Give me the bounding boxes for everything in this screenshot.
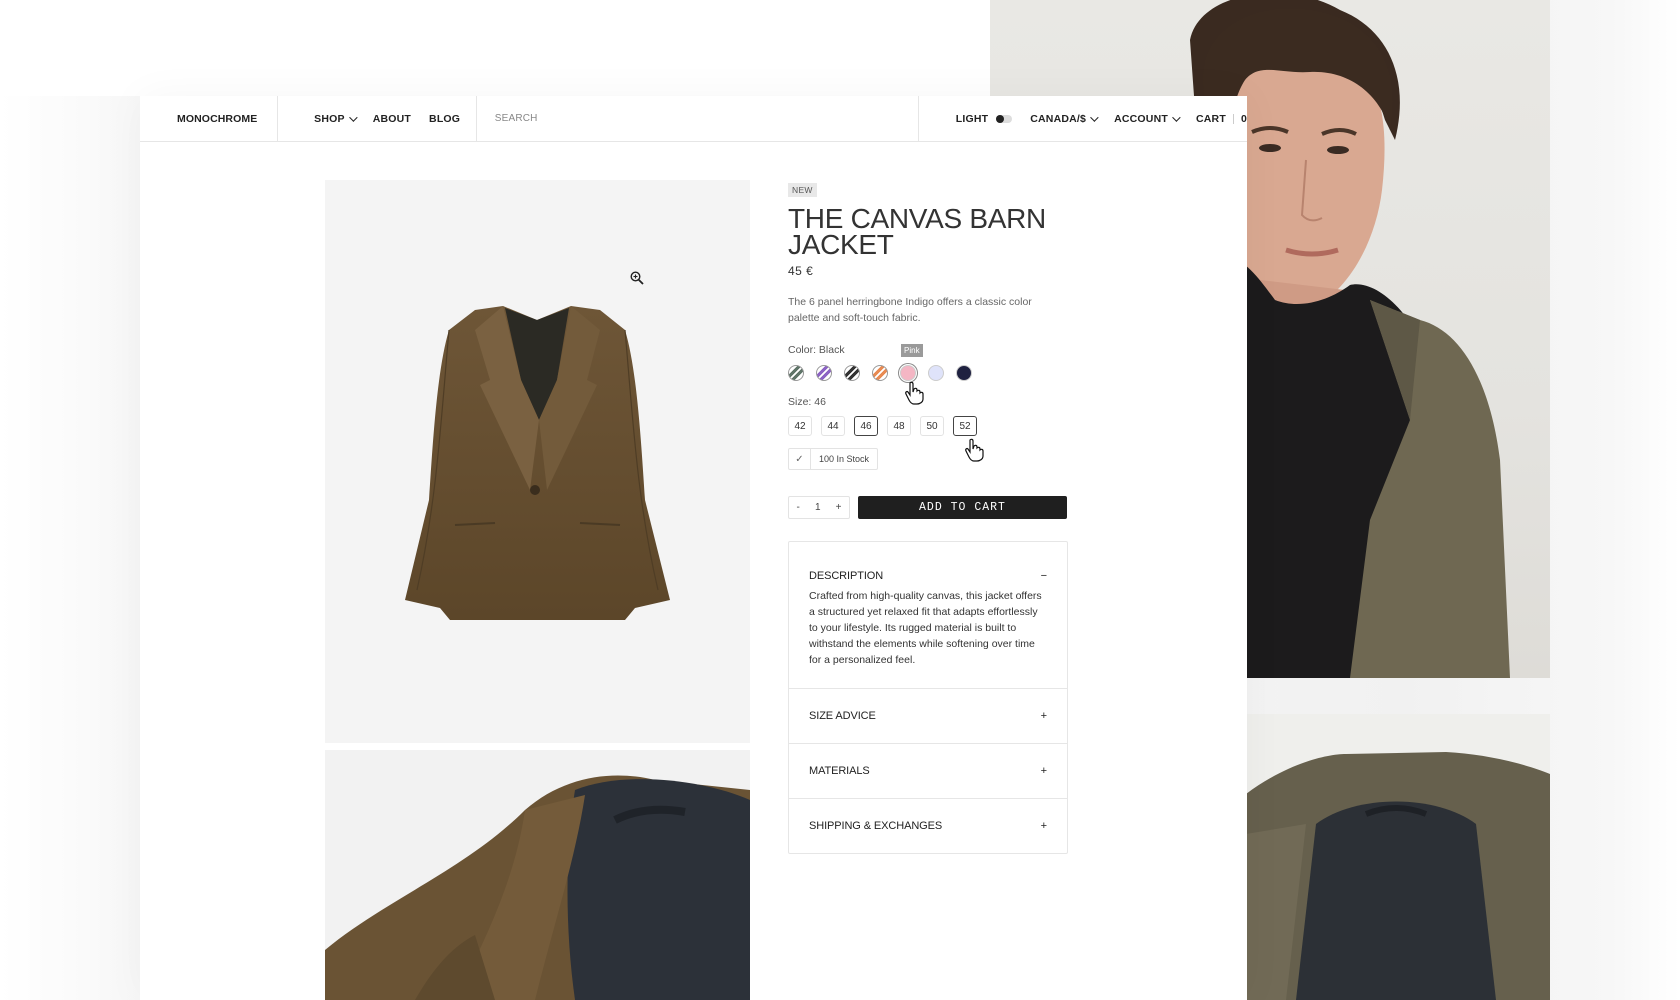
- product-price: 45 €: [788, 264, 814, 278]
- coat-detail-photo: [1246, 714, 1550, 1000]
- color-swatch-pink[interactable]: [900, 365, 916, 381]
- search-input[interactable]: SEARCH: [477, 95, 919, 142]
- theme-label: LIGHT: [955, 112, 989, 125]
- accordion-materials: MATERIALS +: [789, 744, 1067, 799]
- chevron-down-icon: [348, 112, 358, 122]
- qty-decrease-button[interactable]: -: [797, 502, 800, 513]
- nav-link-shop[interactable]: SHOP: [314, 112, 358, 125]
- size-option-44[interactable]: 44: [821, 416, 845, 436]
- color-swatches: Pink: [788, 344, 1068, 382]
- accordion-materials-title: MATERIALS: [809, 765, 870, 777]
- size-option-48[interactable]: 48: [887, 416, 911, 436]
- expand-icon: +: [1040, 710, 1047, 722]
- cart-count: 0: [1240, 112, 1247, 125]
- expand-icon: +: [1040, 765, 1047, 777]
- brand-logo[interactable]: MONOCHROME: [140, 95, 279, 142]
- size-option-46[interactable]: 46: [854, 416, 878, 436]
- product-info: NEW THE CANVAS BARN JACKET 45 € The 6 pa…: [788, 180, 1068, 854]
- theme-toggle[interactable]: LIGHT: [956, 113, 1013, 125]
- accordion-size-advice: SIZE ADVICE +: [789, 689, 1067, 744]
- accordion-shipping-title: SHIPPING & EXCHANGES: [809, 820, 943, 832]
- purchase-row: - 1 + ADD TO CART: [788, 496, 1068, 519]
- stock-indicator: ✓ 100 In Stock: [788, 448, 879, 470]
- color-swatch-navy[interactable]: [956, 365, 972, 381]
- left-backdrop: [0, 96, 140, 1000]
- product-image-detail[interactable]: [325, 750, 750, 1000]
- top-nav: MONOCHROME SHOP ABOUT BLOG SEARCH LIGHT …: [140, 95, 1247, 142]
- accordion-size-advice-header[interactable]: SIZE ADVICE +: [789, 689, 1067, 743]
- stock-text: 100 In Stock: [819, 454, 870, 464]
- product-image-main[interactable]: [325, 180, 750, 743]
- utility-nav: LIGHT CANADA/$ ACCOUNT CART 0: [919, 96, 1247, 142]
- color-tooltip: Pink: [901, 344, 923, 357]
- primary-links: SHOP ABOUT BLOG: [278, 95, 477, 142]
- qty-value[interactable]: 1: [815, 502, 821, 513]
- size-option-52[interactable]: 52: [953, 416, 977, 436]
- account-menu[interactable]: ACCOUNT: [1114, 112, 1181, 125]
- jacket-illustration: [405, 306, 670, 620]
- product-accordion: DESCRIPTION − Crafted from high-quality …: [788, 541, 1068, 854]
- zoom-in-icon[interactable]: [630, 271, 644, 285]
- color-swatch-purple-stripe[interactable]: [816, 365, 832, 381]
- size-option-50[interactable]: 50: [920, 416, 944, 436]
- nav-link-about[interactable]: ABOUT: [373, 113, 411, 125]
- add-to-cart-button[interactable]: ADD TO CART: [858, 496, 1067, 519]
- accordion-description-header[interactable]: DESCRIPTION −: [789, 542, 1067, 588]
- accordion-materials-header[interactable]: MATERIALS +: [789, 744, 1067, 798]
- collapse-icon: −: [1040, 570, 1047, 582]
- toggle-switch-icon: [996, 114, 1013, 123]
- new-badge: NEW: [788, 183, 817, 197]
- qty-increase-button[interactable]: +: [836, 502, 842, 513]
- color-swatch-green-stripe[interactable]: [788, 365, 804, 381]
- nav-link-blog[interactable]: BLOG: [429, 113, 460, 125]
- color-swatch-orange-stripe[interactable]: [872, 365, 888, 381]
- product-title: THE CANVAS BARN JACKET: [788, 203, 1046, 260]
- region-label: CANADA/$: [1030, 112, 1087, 125]
- size-label: Size: 46: [788, 396, 826, 408]
- chevron-down-icon: [1172, 112, 1181, 122]
- accordion-description: DESCRIPTION − Crafted from high-quality …: [789, 542, 1067, 689]
- color-label: Color: Black: [788, 344, 845, 356]
- cart-label: CART: [1195, 112, 1226, 125]
- accordion-shipping-header[interactable]: SHIPPING & EXCHANGES +: [789, 799, 1067, 853]
- nav-link-shop-label: SHOP: [314, 112, 345, 125]
- color-swatch-lavender[interactable]: [928, 365, 944, 381]
- cart-divider: [1232, 113, 1234, 124]
- color-swatch-black-stripe[interactable]: [844, 365, 860, 381]
- checkmark-icon: ✓: [789, 449, 811, 469]
- size-option-42[interactable]: 42: [788, 416, 812, 436]
- account-label: ACCOUNT: [1114, 112, 1168, 125]
- quantity-stepper: - 1 +: [788, 496, 850, 519]
- accordion-description-body: Crafted from high-quality canvas, this j…: [809, 590, 1042, 666]
- size-options: 42 44 46 48 50 52: [788, 416, 1068, 436]
- cart-link[interactable]: CART 0: [1196, 113, 1247, 125]
- accordion-shipping: SHIPPING & EXCHANGES +: [789, 799, 1067, 853]
- accordion-size-advice-title: SIZE ADVICE: [809, 710, 876, 722]
- product-short-description: The 6 panel herringbone Indigo offers a …: [788, 296, 1032, 324]
- jacket-collar-illustration: [325, 775, 750, 1000]
- main-panel: MONOCHROME SHOP ABOUT BLOG SEARCH LIGHT …: [140, 95, 1247, 1000]
- chevron-down-icon: [1090, 112, 1099, 122]
- accordion-description-title: DESCRIPTION: [809, 570, 884, 582]
- expand-icon: +: [1040, 820, 1047, 832]
- region-selector[interactable]: CANADA/$: [1030, 112, 1099, 125]
